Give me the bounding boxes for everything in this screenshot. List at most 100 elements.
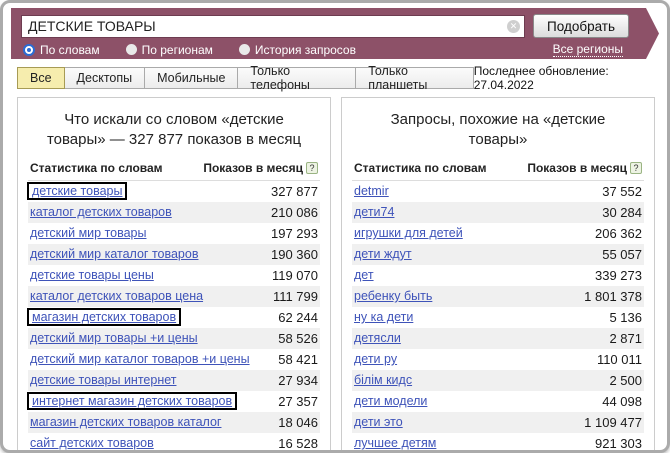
device-tabs: Все Десктопы Мобильные Только телефоны Т… (17, 67, 653, 89)
keyword-link[interactable]: детский мир каталог товаров (30, 247, 198, 261)
table-row: дети ру 110 011 (352, 349, 644, 370)
clear-input-icon[interactable]: ✕ (507, 20, 520, 33)
table-row: детские товары 327 877 (28, 181, 320, 202)
keyword-link[interactable]: дети модели (354, 394, 427, 408)
keyword-link[interactable]: детский мир товары (30, 226, 147, 240)
impressions-value: 2 500 (609, 373, 642, 388)
impressions-value: 27 357 (278, 394, 318, 409)
keyword-link[interactable]: детские товары (27, 182, 127, 200)
keyword-link[interactable]: детские товары интернет (30, 373, 176, 387)
tab-phones-only[interactable]: Только телефоны (237, 67, 356, 89)
keyword-link[interactable]: дети74 (354, 205, 394, 219)
keyword-link[interactable]: лучшее детям (354, 436, 436, 450)
keyword-link[interactable]: дети ру (354, 352, 397, 366)
search-bar: ✕ Подобрать По словам По регионам Истори… (11, 8, 659, 59)
table-row: детские товары цены 119 070 (28, 265, 320, 286)
keyword-link[interactable]: игрушки для детей (354, 226, 463, 240)
table-row: магазин детских товаров 62 244 (28, 307, 320, 328)
impressions-value: 58 526 (278, 331, 318, 346)
keyword-link[interactable]: каталог детских товаров (30, 205, 172, 219)
table-row: детские товары интернет27 934 (28, 370, 320, 391)
search-input[interactable] (21, 15, 525, 38)
tab-tablets-only[interactable]: Только планшеты (355, 67, 474, 89)
impressions-value: 44 098 (602, 394, 642, 409)
tab-mobile[interactable]: Мобильные (144, 67, 238, 89)
impressions-value: 206 362 (595, 226, 642, 241)
keyword-link[interactable]: магазин детских товаров (27, 308, 181, 326)
panel-title: Что искали со словом «детские товары» — … (44, 110, 304, 151)
table-row: детясли2 871 (352, 328, 644, 349)
panel-similar-queries: Запросы, похожие на «детские товары» Ста… (341, 97, 655, 451)
mode-label: По регионам (142, 43, 213, 57)
table-header: Статистика по словам Показов в месяц ? (352, 161, 644, 181)
table-row: дети ждут 55 057 (352, 244, 644, 265)
tab-all[interactable]: Все (17, 67, 65, 89)
submit-button[interactable]: Подобрать (533, 14, 629, 38)
keyword-link[interactable]: дет (354, 268, 374, 282)
keyword-link[interactable]: дети это (354, 415, 403, 429)
mode-query-history[interactable]: История запросов (239, 43, 356, 57)
table-row: магазин детских товаров каталог 18 046 (28, 412, 320, 433)
impressions-value: 1 109 477 (584, 415, 642, 430)
mode-by-regions[interactable]: По регионам (126, 43, 213, 57)
impressions-value: 197 293 (271, 226, 318, 241)
table-row: детский мир товары 197 293 (28, 223, 320, 244)
keyword-link[interactable]: ну ка дети (354, 310, 413, 324)
radio-icon (23, 44, 35, 56)
all-regions-link[interactable]: Все регионы (553, 42, 623, 57)
table-row: ребенку быть 1 801 378 (352, 286, 644, 307)
keyword-link[interactable]: детясли (354, 331, 401, 345)
impressions-value: 55 057 (602, 247, 642, 262)
keyword-link[interactable]: детский мир товары +и цены (30, 331, 198, 345)
impressions-value: 16 528 (278, 436, 318, 451)
mode-label: По словам (40, 43, 100, 57)
keyword-link[interactable]: білім кидс (354, 373, 412, 387)
table-row: детский мир товары +и цены 58 526 (28, 328, 320, 349)
impressions-value: 18 046 (278, 415, 318, 430)
keyword-link[interactable]: детские товары цены (30, 268, 154, 282)
table-header: Статистика по словам Показов в месяц ? (28, 161, 320, 181)
help-icon[interactable]: ? (306, 162, 318, 174)
impressions-value: 111 799 (273, 289, 318, 304)
impressions-value: 119 070 (272, 268, 318, 283)
table-row: дети это 1 109 477 (352, 412, 644, 433)
impressions-value: 921 303 (595, 436, 642, 451)
last-update-text: Последнее обновление: 27.04.2022 (474, 64, 653, 92)
impressions-value: 110 011 (597, 352, 642, 367)
keyword-link[interactable]: каталог детских товаров цена (30, 289, 203, 303)
impressions-value: 62 244 (278, 310, 318, 325)
table-row: дети74 30 284 (352, 202, 644, 223)
keyword-link[interactable]: магазин детских товаров каталог (30, 415, 221, 429)
radio-icon (239, 44, 250, 55)
col-keyword-label: Статистика по словам (354, 161, 487, 175)
impressions-value: 327 877 (271, 184, 318, 199)
table-row: детский мир каталог товаров +и цены58 42… (28, 349, 320, 370)
table-row: дет339 273 (352, 265, 644, 286)
mode-by-words[interactable]: По словам (23, 43, 100, 57)
table-row: детский мир каталог товаров 190 360 (28, 244, 320, 265)
help-icon[interactable]: ? (630, 162, 642, 174)
keyword-link[interactable]: детский мир каталог товаров +и цены (30, 352, 250, 366)
impressions-value: 1 801 378 (584, 289, 642, 304)
table-row: каталог детских товаров цена 111 799 (28, 286, 320, 307)
wordstat-page: ✕ Подобрать По словам По регионам Истори… (0, 0, 670, 453)
keyword-link[interactable]: дети ждут (354, 247, 412, 261)
impressions-value: 30 284 (602, 205, 642, 220)
table-row: білім кидс 2 500 (352, 370, 644, 391)
keyword-link[interactable]: сайт детских товаров (30, 436, 154, 450)
results: Что искали со словом «детские товары» — … (17, 97, 655, 451)
keyword-table: детские товары 327 877 каталог детских тов… (28, 181, 320, 452)
table-row: лучшее детям 921 303 (352, 433, 644, 452)
col-impressions-label: Показов в месяц (527, 161, 627, 175)
radio-icon (126, 44, 137, 55)
tab-desktops[interactable]: Десктопы (64, 67, 146, 89)
keyword-table: detmir37 552дети7430 284игрушки для дете… (352, 181, 644, 452)
keyword-link[interactable]: интернет магазин детских товаров (27, 392, 237, 410)
col-impressions-label: Показов в месяц (203, 161, 303, 175)
table-row: интернет магазин детских товаров 27 357 (28, 391, 320, 412)
keyword-link[interactable]: detmir (354, 184, 389, 198)
keyword-link[interactable]: ребенку быть (354, 289, 432, 303)
impressions-value: 210 086 (271, 205, 318, 220)
panel-title: Запросы, похожие на «детские товары» (368, 110, 628, 151)
impressions-value: 190 360 (271, 247, 318, 262)
